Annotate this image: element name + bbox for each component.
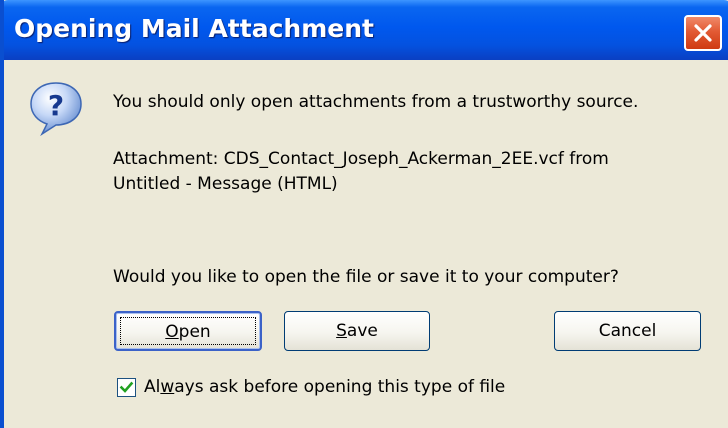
open-or-save-question: Would you like to open the file or save …	[113, 267, 619, 287]
title-bar[interactable]: Opening Mail Attachment	[4, 0, 728, 60]
attachment-info-line-2: Untitled - Message (HTML)	[113, 174, 338, 194]
window-title: Opening Mail Attachment	[14, 14, 374, 43]
cancel-button[interactable]: Cancel	[554, 311, 701, 351]
svg-text:?: ?	[48, 89, 64, 122]
dialog-window: Opening Mail Attachment ? You should onl…	[0, 0, 728, 428]
focus-rectangle	[120, 317, 256, 345]
always-ask-label[interactable]: Always ask before opening this type of f…	[144, 377, 505, 397]
trust-warning-text: You should only open attachments from a …	[113, 92, 639, 112]
attachment-info-line-1: Attachment: CDS_Contact_Joseph_Ackerman_…	[113, 149, 609, 169]
check-icon	[119, 381, 134, 393]
always-ask-checkbox[interactable]	[117, 378, 136, 397]
question-icon: ?	[30, 82, 82, 136]
open-button[interactable]: Open	[114, 311, 262, 351]
save-button[interactable]: Save	[284, 311, 430, 351]
close-button[interactable]	[684, 15, 722, 51]
close-icon	[694, 24, 712, 42]
